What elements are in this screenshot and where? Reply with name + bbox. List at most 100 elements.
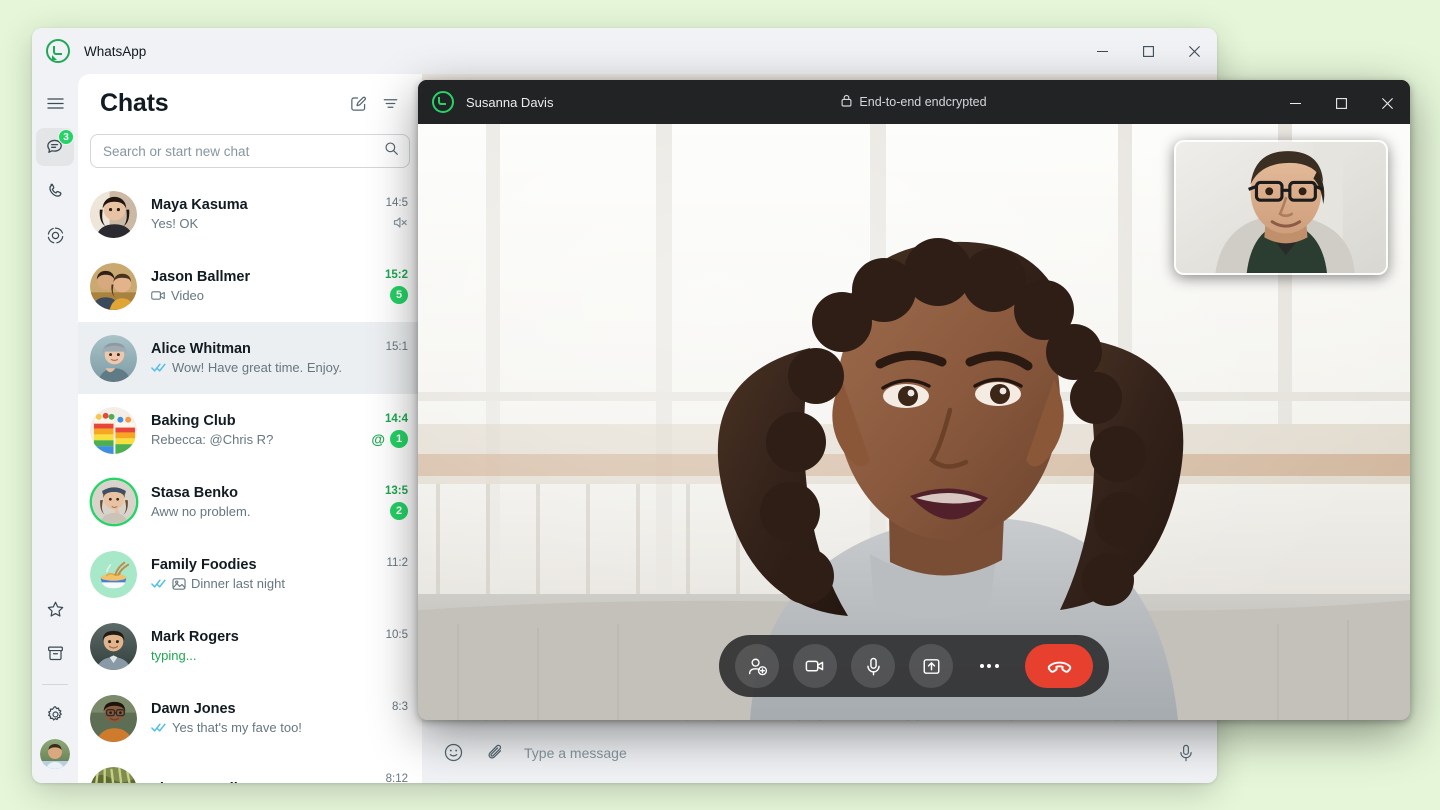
chat-preview-text: Dinner last night (191, 576, 285, 591)
chat-timestamp: 15:1 (385, 340, 408, 353)
chat-preview: typing... (151, 648, 364, 663)
unread-count-badge: 5 (390, 285, 408, 304)
chat-list-item[interactable]: Ziggy Woodley 8:12 (78, 754, 422, 783)
emoji-smiley-icon[interactable] (440, 740, 466, 766)
profile-avatar[interactable] (40, 739, 70, 769)
whatsapp-logo-icon (46, 39, 70, 63)
toggle-microphone-button[interactable] (851, 644, 895, 688)
encryption-label: End-to-end endcrypted (859, 95, 987, 109)
avatar[interactable] (90, 190, 137, 238)
chat-preview: Yes that's my fave too! (151, 720, 364, 735)
end-call-button[interactable] (1025, 644, 1093, 688)
chat-item-meta: 15:2 5 (364, 269, 408, 304)
app-title: WhatsApp (84, 43, 147, 59)
chat-list-item[interactable]: Dawn Jones Yes that's my fave too! 8:3 (78, 682, 422, 754)
chat-timestamp: 13:5 (384, 484, 408, 497)
remote-video-stage (418, 124, 1410, 720)
avatar[interactable] (90, 694, 137, 742)
chat-list-item[interactable]: Baking Club Rebecca: @Chris R? 14:4 @1 (78, 394, 422, 466)
chat-item-text: Mark Rogers typing... (151, 629, 364, 663)
chat-contact-name: Jason Ballmer (151, 269, 251, 285)
chat-item-text: Family Foodies Dinner last night (151, 557, 364, 591)
chat-preview-text: Wow! Have great time. Enjoy. (172, 360, 343, 375)
chat-list-item[interactable]: Alice Whitman Wow! Have great time. Enjoy… (78, 322, 422, 394)
video-call-window: Susanna Davis End-to-end endcrypted (418, 80, 1410, 720)
starred-messages-icon[interactable] (36, 590, 74, 628)
avatar[interactable] (90, 262, 137, 310)
sidebar-item-chats[interactable]: 3 (36, 128, 74, 166)
chat-preview-text: Yes! OK (151, 216, 199, 231)
chat-list-item[interactable]: Stasa Benko Aww no problem. 13:5 2 (78, 466, 422, 538)
chats-unread-badge: 3 (58, 129, 74, 145)
page-title: Chats (100, 88, 169, 117)
chat-preview: Video (151, 288, 364, 303)
read-receipt-ticks-icon (151, 722, 167, 733)
sidebar-item-status[interactable] (36, 216, 74, 254)
settings-gear-icon[interactable] (36, 695, 74, 733)
main-window-titlebar: WhatsApp (32, 28, 1217, 74)
chat-contact-name: Baking Club (151, 413, 236, 429)
main-window-controls (1079, 28, 1217, 74)
image-icon (172, 577, 186, 591)
sidebar-item-calls[interactable] (36, 172, 74, 210)
search-box[interactable] (90, 134, 410, 168)
avatar[interactable] (90, 406, 137, 454)
chat-contact-name: Mark Rogers (151, 629, 239, 645)
chat-timestamp: 10:5 (385, 628, 408, 641)
search-area (78, 132, 422, 178)
chat-timestamp: 14:4 (384, 412, 408, 425)
unread-count-badge: 2 (390, 501, 408, 520)
chat-item-meta: 14:5 (364, 197, 408, 232)
chat-list-panel: Chats Search or start new chat Maya Kasu… (78, 74, 422, 783)
more-options-button[interactable] (967, 644, 1011, 688)
call-control-bar (719, 635, 1109, 697)
self-view-pip[interactable] (1174, 140, 1388, 275)
chat-preview-text: Rebecca: @Chris R? (151, 432, 274, 447)
chat-contact-name: Ziggy Woodley (151, 781, 364, 784)
avatar[interactable] (90, 622, 137, 670)
chat-list-item[interactable]: Maya Kasuma Yes! OK 14:5 (78, 178, 422, 250)
chat-contact-name: Maya Kasuma (151, 197, 248, 213)
chat-timestamp: 15:2 (384, 268, 408, 281)
chat-item-text: Maya Kasuma Yes! OK (151, 197, 364, 231)
chat-list-item[interactable]: Family Foodies Dinner last night 11:2 (78, 538, 422, 610)
chat-list-item[interactable]: Mark Rogers typing... 10:5 (78, 610, 422, 682)
avatar[interactable] (91, 480, 136, 524)
paperclip-icon[interactable] (482, 740, 508, 766)
microphone-icon[interactable] (1173, 740, 1199, 766)
compose-pencil-icon[interactable] (342, 87, 374, 119)
message-composer (422, 721, 1217, 783)
avatar[interactable] (90, 550, 137, 598)
chat-list-item[interactable]: Jason Ballmer Video 15:2 5 (78, 250, 422, 322)
chat-item-meta: 13:5 2 (364, 485, 408, 520)
chat-timestamp: 14:5 (385, 196, 408, 209)
search-input[interactable] (103, 143, 384, 159)
avatar[interactable] (90, 766, 137, 783)
chat-item-text: Jason Ballmer Video (151, 269, 364, 303)
maximize-icon[interactable] (1318, 80, 1364, 126)
chat-item-text: Ziggy Woodley (151, 781, 364, 784)
chat-list[interactable]: Maya Kasuma Yes! OK 14:5 Jason Ballmer Vide… (78, 178, 422, 783)
chat-preview-text: Video (171, 288, 205, 303)
chat-preview: Yes! OK (151, 216, 364, 231)
chat-preview: Wow! Have great time. Enjoy. (151, 360, 364, 375)
chat-item-meta: 8:12 (364, 773, 408, 784)
chat-item-text: Dawn Jones Yes that's my fave too! (151, 701, 364, 735)
toggle-video-button[interactable] (793, 644, 837, 688)
add-participant-button[interactable] (735, 644, 779, 688)
avatar[interactable] (90, 334, 137, 382)
chat-preview-text: Yes that's my fave too! (172, 720, 302, 735)
close-icon[interactable] (1364, 80, 1410, 126)
hamburger-menu-icon[interactable] (36, 84, 74, 122)
chat-item-meta: 10:5 (364, 629, 408, 664)
close-icon[interactable] (1171, 28, 1217, 74)
share-screen-button[interactable] (909, 644, 953, 688)
filter-lines-icon[interactable] (374, 87, 406, 119)
maximize-icon[interactable] (1125, 28, 1171, 74)
archived-icon[interactable] (36, 634, 74, 672)
chat-item-text: Stasa Benko Aww no problem. (151, 485, 364, 519)
minimize-icon[interactable] (1079, 28, 1125, 74)
chat-status-icons: 2 (390, 501, 408, 520)
message-input[interactable] (524, 744, 1157, 761)
minimize-icon[interactable] (1272, 80, 1318, 126)
